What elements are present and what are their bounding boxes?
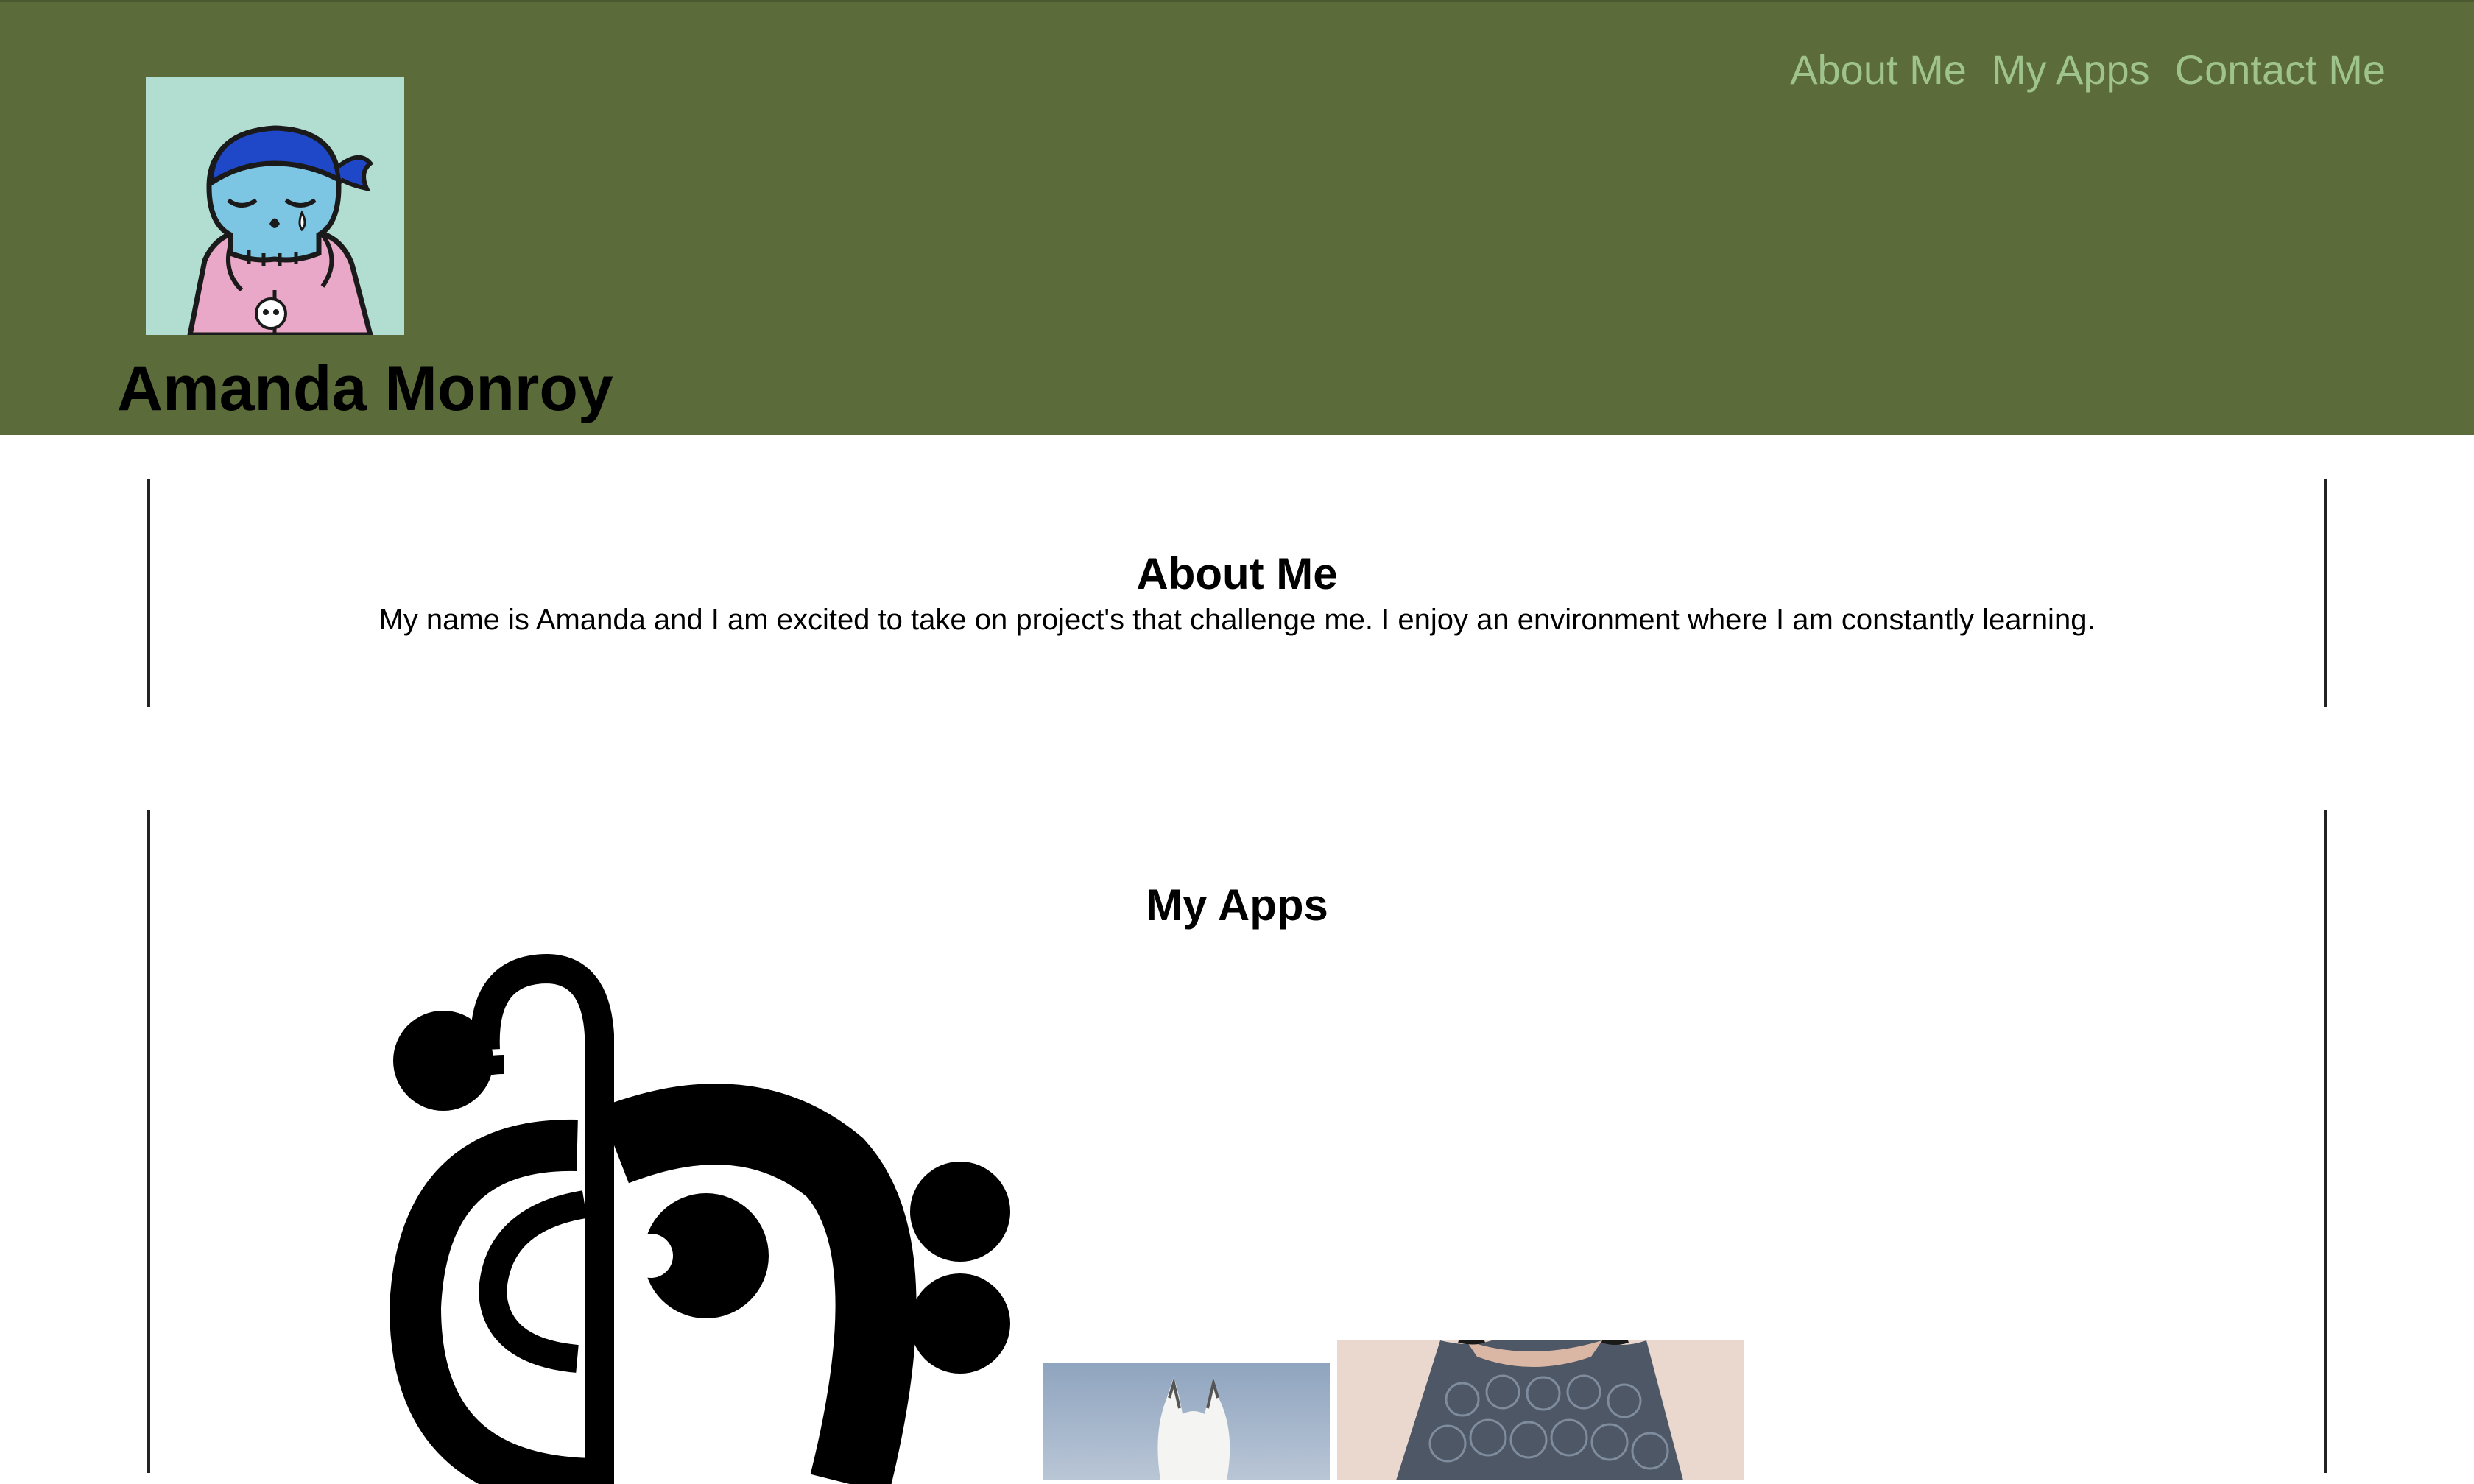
site-header: Amanda Monroy About Me My Apps Contact M… <box>0 0 2474 435</box>
main-nav: About Me My Apps Contact Me <box>1790 43 2386 96</box>
music-clef-icon <box>389 954 1010 1484</box>
apps-section: My Apps <box>147 810 2327 1484</box>
nav-my-apps-link[interactable]: My Apps <box>1992 43 2150 96</box>
nav-about-me-link[interactable]: About Me <box>1790 43 1967 96</box>
crochet-top-photo <box>1337 1340 1744 1480</box>
about-text: My name is Amanda and I am excited to ta… <box>378 604 2096 636</box>
nav-contact-me-link[interactable]: Contact Me <box>2175 43 2386 96</box>
llama-photo <box>1043 1363 1330 1480</box>
skull-bandana-avatar-icon <box>146 77 404 335</box>
app-thumbnail-music[interactable] <box>334 954 1100 1484</box>
app-thumbnail-crochet[interactable] <box>1337 1340 1744 1480</box>
about-section: About Me My name is Amanda and I am exci… <box>147 479 2327 707</box>
site-title: Amanda Monroy <box>117 353 613 424</box>
avatar <box>146 77 404 335</box>
app-thumbnail-llama[interactable] <box>1043 1363 1330 1480</box>
about-heading: About Me <box>1136 549 1338 598</box>
apps-heading: My Apps <box>1146 880 1328 930</box>
